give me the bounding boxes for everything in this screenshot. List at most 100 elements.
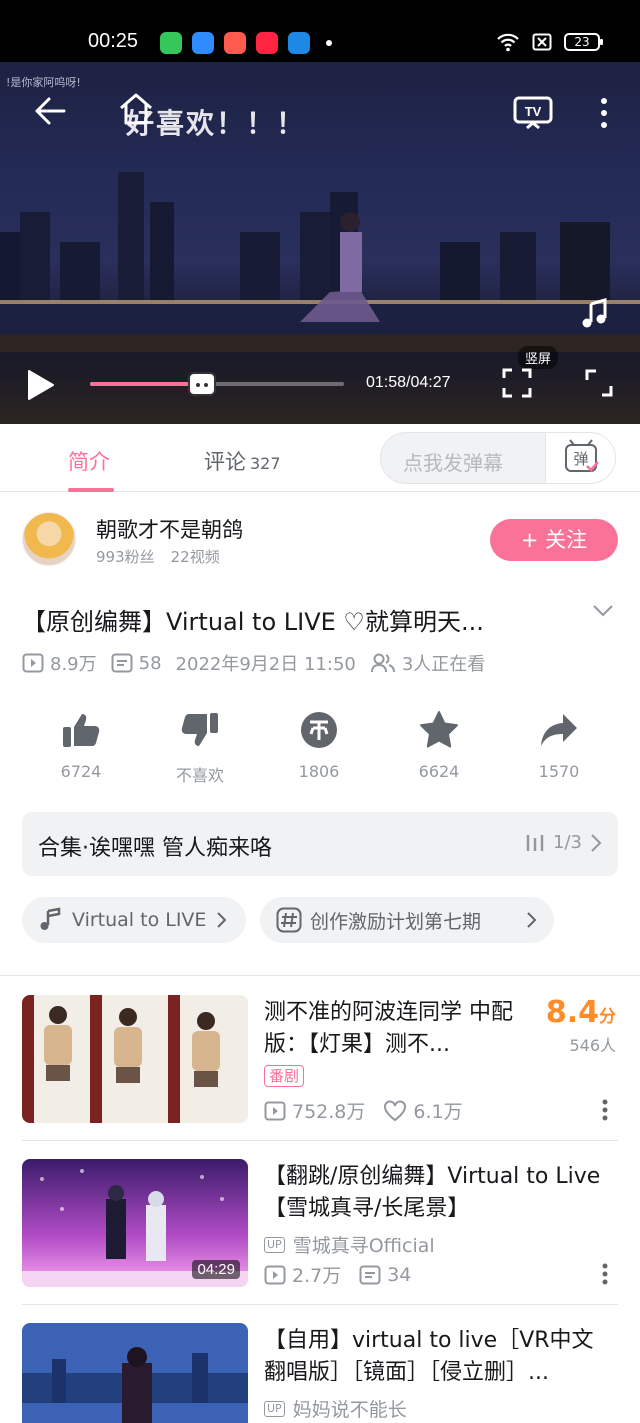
recommendation-stats: 752.8万 6.1万 bbox=[264, 1097, 463, 1124]
favorite-button[interactable]: 6624 bbox=[394, 708, 484, 781]
tab-comments-label: 评论 bbox=[204, 450, 246, 474]
video-frame bbox=[0, 172, 640, 352]
collection-card[interactable]: 合集·诶嘿嘿 管人痴来咯 1/3 bbox=[22, 812, 618, 876]
list-divider bbox=[22, 1140, 618, 1141]
video-title[interactable]: 【原创编舞】Virtual to LIVE ♡就算明天... bbox=[22, 602, 582, 637]
thumbs-up-icon bbox=[63, 714, 100, 747]
like-count: 6724 bbox=[60, 762, 102, 781]
no-sim-icon bbox=[532, 33, 552, 51]
publish-date: 2022年9月2日 11:50 bbox=[175, 654, 356, 675]
recommendation-danmaku: 34 bbox=[387, 1263, 412, 1286]
recommendation-uploader: UP 雪城真寻Official bbox=[264, 1231, 435, 1258]
more-menu-icon[interactable] bbox=[598, 96, 610, 130]
danmaku-input[interactable]: 点我发弹幕 弹 bbox=[380, 432, 616, 484]
danmaku-overlay: !是你家阿呜呀! bbox=[6, 76, 81, 89]
bangumi-badge: 番剧 bbox=[264, 1065, 305, 1087]
home-icon[interactable] bbox=[118, 92, 154, 126]
xiaohongshu-icon bbox=[256, 32, 278, 54]
topic-tag-chip[interactable]: 创作激励计划第七期 bbox=[260, 897, 554, 943]
coin-icon bbox=[301, 712, 337, 748]
star-icon bbox=[420, 711, 458, 748]
follow-button[interactable]: + 关注 bbox=[490, 519, 618, 561]
status-time: 00:25 bbox=[88, 30, 139, 52]
portrait-fullscreen-icon[interactable] bbox=[502, 368, 532, 398]
chevron-right-icon bbox=[527, 912, 537, 928]
recommendation-title[interactable]: 【自用】virtual to live［VR中文翻唱版］［镜面］［侵立删］... bbox=[264, 1325, 614, 1389]
portrait-mode-label[interactable]: 竖屏 bbox=[518, 346, 559, 369]
tab-comments[interactable]: 评论 327 bbox=[204, 446, 281, 476]
recommendation-likes: 6.1万 bbox=[413, 1101, 463, 1123]
recommendation-stats: 2.7万 34 bbox=[264, 1261, 411, 1288]
recommendation-title[interactable]: 【翻跳/原创编舞】Virtual to Live【雪城真寻/长尾景】 bbox=[264, 1161, 614, 1225]
dislike-button[interactable]: 不喜欢 bbox=[155, 708, 245, 786]
progress-bar[interactable] bbox=[90, 372, 344, 396]
chevron-right-icon bbox=[591, 833, 602, 852]
rating-score: 8.4分 546人 bbox=[546, 995, 616, 1056]
recommendation-thumbnail[interactable] bbox=[22, 1323, 248, 1423]
share-arrow-icon bbox=[541, 714, 577, 746]
collection-progress-text: 1/3 bbox=[553, 832, 582, 853]
back-arrow-icon[interactable] bbox=[34, 96, 66, 126]
playback-time: 01:58/04:27 bbox=[366, 374, 451, 391]
share-count: 1570 bbox=[538, 762, 580, 781]
wifi-icon bbox=[497, 33, 519, 52]
danmaku-count-icon bbox=[359, 1265, 381, 1284]
app-icon-blue bbox=[192, 32, 214, 54]
comments-count: 327 bbox=[250, 454, 281, 473]
recommendation-views: 2.7万 bbox=[292, 1265, 342, 1287]
recommendation-item[interactable]: 04:29 【翻跳/原创编舞】Virtual to Live【雪城真寻/长尾景】… bbox=[22, 1159, 618, 1289]
collection-title: 合集·诶嘿嘿 管人痴来咯 bbox=[38, 836, 272, 861]
cast-tv-icon[interactable]: TV bbox=[513, 96, 553, 130]
collection-progress: 1/3 bbox=[525, 832, 602, 853]
music-tag-chip[interactable]: Virtual to LIVE bbox=[22, 897, 246, 943]
coin-button[interactable]: 1806 bbox=[274, 708, 364, 781]
rating-unit: 分 bbox=[599, 1007, 616, 1027]
view-count: 8.9万 bbox=[50, 654, 97, 675]
music-note-icon bbox=[40, 907, 61, 930]
heart-icon bbox=[384, 1099, 407, 1121]
uploader-avatar[interactable] bbox=[22, 512, 76, 566]
wechat-icon bbox=[160, 32, 182, 54]
recommendation-uploader-name: 妈妈说不能长 bbox=[292, 1399, 407, 1421]
more-options-icon[interactable] bbox=[602, 1263, 608, 1285]
coin-count: 1806 bbox=[298, 762, 340, 781]
fullscreen-icon[interactable] bbox=[584, 368, 614, 398]
music-note-icon[interactable] bbox=[580, 298, 610, 330]
playlist-bars-icon bbox=[526, 834, 544, 851]
rating-value: 8.4 bbox=[545, 995, 599, 1030]
status-app-icons bbox=[160, 32, 332, 54]
danmaku-toggle-button[interactable]: 弹 bbox=[545, 433, 615, 483]
chevron-down-icon[interactable] bbox=[592, 604, 614, 618]
recommendation-thumbnail[interactable]: 04:29 bbox=[22, 1159, 248, 1287]
play-icon[interactable] bbox=[24, 368, 56, 402]
play-count-icon bbox=[22, 653, 44, 673]
recommendation-title[interactable]: 测不准的阿波连同学 中配版：【灯果】测不... bbox=[264, 997, 524, 1061]
recommendation-item[interactable]: 测不准的阿波连同学 中配版：【灯果】测不... 8.4分 546人 番剧 752… bbox=[22, 995, 618, 1125]
watching-people-icon bbox=[370, 653, 395, 673]
status-right: 23 bbox=[496, 32, 603, 52]
play-count-icon bbox=[264, 1101, 286, 1120]
svg-text:TV: TV bbox=[525, 104, 542, 119]
favorite-count: 6624 bbox=[418, 762, 460, 781]
share-button[interactable]: 1570 bbox=[514, 708, 604, 781]
video-duration: 04:29 bbox=[192, 1260, 240, 1279]
tab-intro[interactable]: 简介 bbox=[68, 446, 110, 476]
danmaku-toggle-icon: 弹 bbox=[565, 439, 599, 472]
more-options-icon[interactable] bbox=[602, 1099, 608, 1121]
tv-mascot-scrubber-icon[interactable] bbox=[187, 372, 216, 396]
uploader-video-count: 22视频 bbox=[170, 548, 220, 566]
svg-text:弹: 弹 bbox=[573, 450, 588, 468]
recommendation-views: 752.8万 bbox=[292, 1101, 366, 1123]
recommendation-thumbnail[interactable] bbox=[22, 995, 248, 1123]
watching-count: 3人正在看 bbox=[401, 654, 486, 675]
notification-dot bbox=[326, 40, 332, 46]
uploader-name[interactable]: 朝歌才不是朝鸽 bbox=[96, 514, 243, 544]
detail-tab-bar: 简介 评论 327 点我发弹幕 弹 bbox=[0, 424, 640, 492]
recommendation-item[interactable]: 【自用】virtual to live［VR中文翻唱版］［镜面］［侵立删］...… bbox=[22, 1323, 618, 1423]
progress-fill bbox=[90, 382, 202, 386]
topic-tag-label: 创作激励计划第七期 bbox=[310, 910, 482, 933]
danmaku-count: 58 bbox=[138, 652, 162, 674]
music-tag-label: Virtual to LIVE bbox=[72, 909, 207, 931]
video-player[interactable]: !是你家阿呜呀! 好喜欢！！！ TV 竖屏 01:58/04:27 bbox=[0, 62, 640, 424]
like-button[interactable]: 6724 bbox=[36, 708, 126, 781]
